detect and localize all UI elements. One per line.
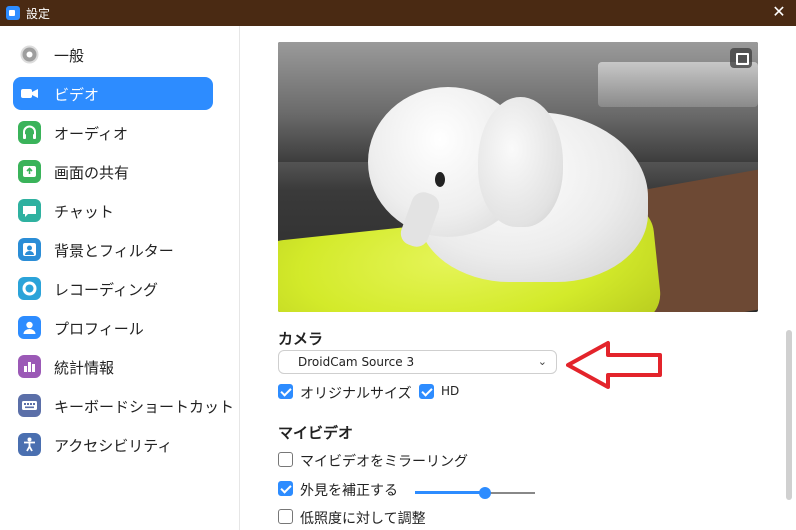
scrollbar[interactable]: [786, 330, 792, 500]
headphones-icon: [18, 121, 41, 144]
sidebar-item-recording[interactable]: レコーディング: [13, 272, 213, 305]
camera-preview: [278, 42, 758, 312]
sidebar-item-label: キーボードショートカット: [54, 398, 235, 416]
sidebar-item-label: チャット: [54, 203, 114, 221]
original-size-checkbox[interactable]: [278, 384, 293, 399]
rotate-camera-button[interactable]: [730, 48, 752, 68]
camera-select-value: DroidCam Source 3: [298, 355, 415, 369]
sidebar-item-label: 背景とフィルター: [54, 242, 174, 260]
touch-up-label: 外見を補正する: [300, 483, 398, 499]
close-button[interactable]: ✕: [770, 3, 788, 21]
sidebar-item-label: アクセシビリティ: [54, 437, 173, 455]
mirror-checkbox[interactable]: [278, 452, 293, 467]
chevron-down-icon: ⌄: [537, 355, 547, 368]
sidebar-item-video[interactable]: ビデオ: [13, 77, 213, 110]
chat-icon: [18, 199, 41, 222]
mirror-label: マイビデオをミラーリング: [300, 454, 468, 470]
camera-icon: [18, 82, 41, 105]
touch-up-checkbox[interactable]: [278, 481, 293, 496]
title-bar: 設定 ✕: [0, 0, 796, 26]
sidebar-item-label: 画面の共有: [54, 164, 130, 182]
settings-sidebar: 一般 ビデオ オーディオ 画面の共有 チャット 背景とフィルター レコーディング…: [0, 26, 240, 530]
sidebar-item-statistics[interactable]: 統計情報: [13, 350, 213, 383]
touch-up-slider[interactable]: [415, 486, 535, 500]
sidebar-item-chat[interactable]: チャット: [13, 194, 213, 227]
video-settings-panel: カメラ DroidCam Source 3 ⌄ オリジナルサイズ HD マイビデ…: [241, 26, 796, 530]
my-video-section-title: マイビデオ: [278, 424, 354, 442]
record-icon: [18, 277, 41, 300]
sidebar-item-accessibility[interactable]: アクセシビリティ: [13, 428, 213, 461]
sidebar-item-background[interactable]: 背景とフィルター: [13, 233, 213, 266]
background-icon: [18, 238, 41, 261]
original-size-label: オリジナルサイズ: [300, 386, 412, 402]
window-title: 設定: [26, 7, 51, 21]
gear-icon: [18, 43, 41, 66]
annotation-arrow-icon: [566, 341, 662, 389]
keyboard-icon: [18, 394, 41, 417]
sidebar-item-label: プロフィール: [54, 320, 144, 338]
sidebar-item-keyboard-shortcuts[interactable]: キーボードショートカット: [13, 389, 234, 422]
low-light-checkbox[interactable]: [278, 509, 293, 524]
camera-select[interactable]: DroidCam Source 3 ⌄: [278, 350, 557, 374]
share-screen-icon: [18, 160, 41, 183]
hd-label: HD: [441, 384, 460, 398]
low-light-label: 低照度に対して調整: [300, 511, 426, 527]
profile-icon: [18, 316, 41, 339]
sidebar-item-label: 一般: [54, 47, 85, 65]
sidebar-item-audio[interactable]: オーディオ: [13, 116, 213, 149]
sidebar-item-label: オーディオ: [54, 125, 128, 143]
slider-thumb[interactable]: [478, 487, 491, 499]
sidebar-item-label: 統計情報: [54, 359, 115, 377]
hd-checkbox[interactable]: [419, 384, 434, 399]
sidebar-item-label: ビデオ: [54, 86, 100, 104]
zoom-app-icon: [6, 6, 20, 20]
accessibility-icon: [18, 433, 41, 456]
camera-section-title: カメラ: [278, 330, 324, 348]
sidebar-item-general[interactable]: 一般: [13, 38, 213, 71]
sidebar-item-profile[interactable]: プロフィール: [13, 311, 213, 344]
stats-icon: [18, 355, 41, 378]
sidebar-item-label: レコーディング: [54, 281, 158, 299]
sidebar-item-share-screen[interactable]: 画面の共有: [13, 155, 213, 188]
